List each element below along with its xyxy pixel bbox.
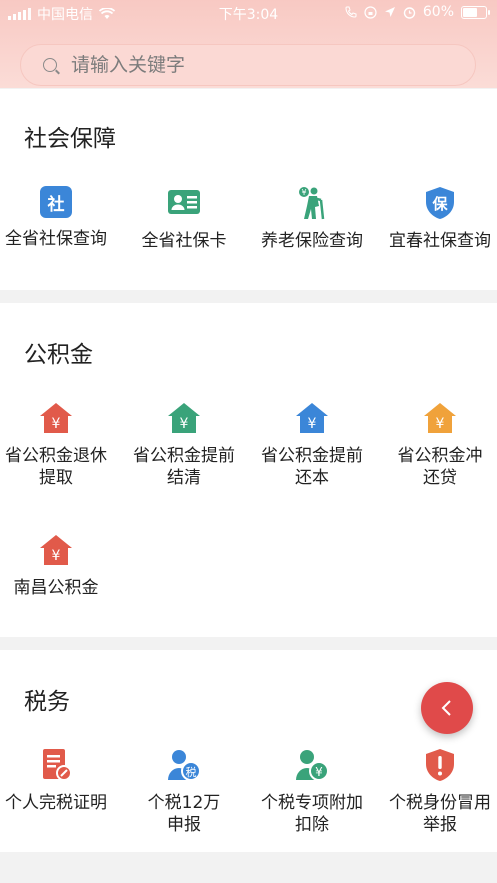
- svg-text:¥: ¥: [315, 765, 323, 779]
- back-fab-button[interactable]: [421, 682, 473, 734]
- item-label: 宜春社保查询: [389, 231, 491, 251]
- item-label: 个税身份冒用举报: [389, 793, 491, 835]
- section-title: 税务: [24, 689, 70, 715]
- section-tax: 税务 个人完税证明 税 个税12万申报 ¥ 个税专项附加扣除 个税身份冒用举报: [0, 650, 497, 852]
- item-label: 养老保险查询: [261, 231, 363, 251]
- chevron-left-icon: [441, 700, 451, 716]
- user-yuan-icon: ¥: [295, 748, 329, 782]
- house-yuan-icon: ¥: [423, 401, 457, 435]
- svg-text:保: 保: [431, 195, 448, 213]
- item-label: 个税12万申报: [147, 793, 221, 835]
- elderly-person-icon: ¥: [295, 186, 329, 220]
- section-social-security: 社会保障 社 全省社保查询 全省社保卡 ¥ 养老保险查询 保 宜春社保查询: [0, 89, 497, 290]
- item-tax-special-deduction[interactable]: ¥ 个税专项附加扣除: [250, 748, 374, 836]
- section-housing-fund: 公积金 ¥ 省公积金退休提取 ¥ 省公积金提前结清 ¥ 省公积金提前还本 ¥ 省…: [0, 303, 497, 637]
- battery-percent: 60%: [422, 4, 454, 20]
- item-nanchang-housing-fund[interactable]: ¥ 南昌公积金: [0, 533, 118, 599]
- section-title: 社会保障: [24, 126, 116, 152]
- svg-text:¥: ¥: [52, 548, 61, 564]
- item-pension-insurance-query[interactable]: ¥ 养老保险查询: [250, 186, 374, 252]
- search-icon: [43, 58, 57, 72]
- phone-icon: [345, 6, 357, 18]
- location-icon: [384, 7, 395, 17]
- tax-document-icon: [39, 748, 73, 782]
- svg-text:税: 税: [186, 765, 197, 779]
- header-area: 中国电信 下午3:04 60%: [0, 0, 497, 88]
- item-tax-identity-fraud-report[interactable]: 个税身份冒用举报: [378, 748, 497, 836]
- item-label: 南昌公积金: [13, 578, 99, 598]
- shield-icon: 保: [423, 186, 457, 220]
- id-card-icon: [167, 186, 201, 220]
- svg-text:¥: ¥: [436, 416, 445, 432]
- item-fund-early-principal-repayment[interactable]: ¥ 省公积金提前还本: [250, 401, 374, 489]
- svg-text:¥: ¥: [308, 416, 317, 432]
- user-tax-icon: 税: [167, 748, 201, 782]
- svg-text:¥: ¥: [52, 416, 61, 432]
- item-fund-early-settlement[interactable]: ¥ 省公积金提前结清: [122, 401, 246, 489]
- item-yichun-social-security-query[interactable]: 保 宜春社保查询: [378, 186, 497, 252]
- search-input[interactable]: [69, 53, 453, 77]
- battery-icon: [461, 5, 490, 19]
- item-label: 省公积金提前结清: [133, 446, 235, 488]
- item-label: 省公积金退休提取: [5, 446, 107, 488]
- status-bar: 中国电信 下午3:04 60%: [0, 0, 497, 26]
- social-security-badge-icon: 社: [40, 186, 72, 218]
- item-tax-120k-declaration[interactable]: 税 个税12万申报: [122, 748, 246, 836]
- item-tax-payment-certificate[interactable]: 个人完税证明: [0, 748, 118, 814]
- house-yuan-icon: ¥: [295, 401, 329, 435]
- item-label: 省公积金冲还贷: [397, 446, 483, 488]
- item-fund-loan-offset[interactable]: ¥ 省公积金冲还贷: [378, 401, 497, 489]
- search-bar[interactable]: [20, 44, 476, 86]
- house-yuan-icon: ¥: [167, 401, 201, 435]
- lock-rotation-icon: [364, 5, 377, 19]
- svg-text:¥: ¥: [301, 188, 306, 197]
- item-province-social-security-card[interactable]: 全省社保卡: [122, 186, 246, 252]
- item-province-social-security-query[interactable]: 社 全省社保查询: [0, 186, 118, 250]
- svg-text:¥: ¥: [180, 416, 189, 432]
- item-label: 个人完税证明: [5, 793, 107, 813]
- item-label: 全省社保卡: [141, 231, 227, 251]
- warning-shield-icon: [423, 748, 457, 782]
- item-label: 省公积金提前还本: [261, 446, 363, 488]
- alarm-icon: [403, 6, 416, 19]
- item-label: 全省社保查询: [5, 229, 107, 249]
- item-fund-retirement-withdrawal[interactable]: ¥ 省公积金退休提取: [0, 401, 118, 489]
- item-label: 个税专项附加扣除: [261, 793, 363, 835]
- house-yuan-icon: ¥: [39, 401, 73, 435]
- section-title: 公积金: [24, 342, 93, 368]
- house-yuan-icon: ¥: [39, 533, 73, 567]
